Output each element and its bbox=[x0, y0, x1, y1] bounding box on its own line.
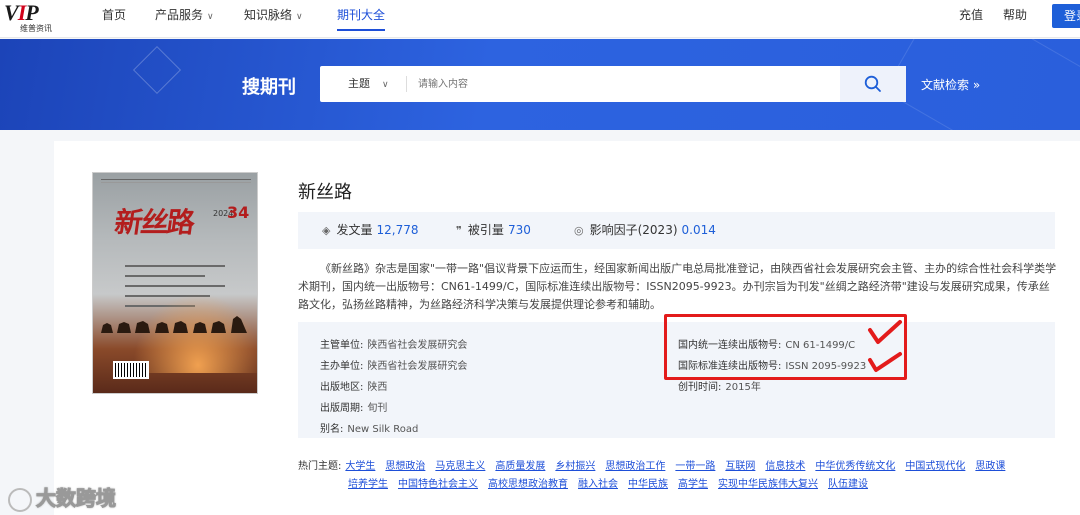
hot-topic-link[interactable]: 思想政治工作 bbox=[605, 461, 665, 472]
nav-home-label: 首页 bbox=[102, 8, 127, 22]
barcode-icon bbox=[113, 361, 149, 379]
hot-topic-link[interactable]: 思想政治 bbox=[385, 461, 425, 472]
checkmark-icon bbox=[868, 320, 902, 344]
hot-topic-link[interactable]: 大学生 bbox=[345, 461, 375, 472]
recharge-link[interactable]: 充值 bbox=[959, 0, 983, 38]
info-value: 陕西 bbox=[367, 382, 388, 393]
cover-title: 新丝路 bbox=[112, 206, 196, 239]
search-banner: 搜期刊 主题 ∨ 文献检索 » bbox=[0, 39, 1080, 130]
quote-icon: ❞ bbox=[456, 224, 462, 237]
info-value: New Silk Road bbox=[347, 424, 419, 435]
hot-topic-link[interactable]: 高校思想政治教育 bbox=[488, 479, 568, 490]
journal-description: 《新丝路》杂志是国家"一带一路"倡议背景下应运而生，经国家新闻出版广电总局批准登… bbox=[298, 262, 1057, 311]
hot-topic-link[interactable]: 队伍建设 bbox=[828, 479, 868, 490]
info-frequency: 出版周期: 旬刊 bbox=[320, 399, 387, 414]
info-supervisor: 主管单位: 陕西省社会发展研究会 bbox=[320, 336, 467, 351]
stat-articles: ◈ 发文量 12,778 bbox=[322, 212, 418, 249]
hot-topic-link[interactable]: 中华优秀传统文化 bbox=[815, 461, 895, 472]
stat-articles-value: 12,778 bbox=[376, 223, 419, 237]
info-value: 2015年 bbox=[725, 382, 761, 393]
stat-impact-label: 影响因子(2023) bbox=[589, 223, 678, 237]
info-value: 陕西省社会发展研究会 bbox=[367, 361, 468, 372]
hot-topic-link[interactable]: 融入社会 bbox=[578, 479, 618, 490]
journal-stats-bar: ◈ 发文量 12,778 ❞ 被引量 730 ◎ 影响因子(2023) 0.014 bbox=[298, 212, 1055, 249]
advanced-search-link[interactable]: 文献检索 » bbox=[921, 76, 980, 93]
checkmark-icon bbox=[868, 352, 902, 372]
top-navbar: VIP 维普资讯 首页 产品服务∨ 知识脉络∨ 期刊大全 充值 帮助 登录 bbox=[0, 0, 1080, 38]
hot-topic-link[interactable]: 实现中华民族伟大复兴 bbox=[718, 479, 818, 490]
cover-issue: 34 bbox=[227, 203, 250, 222]
search-type-select[interactable]: 主题 ∨ bbox=[348, 66, 389, 103]
stat-citations-label: 被引量 bbox=[467, 223, 504, 237]
hot-topic-link[interactable]: 马克思主义 bbox=[435, 461, 485, 472]
info-sponsor: 主办单位: 陕西省社会发展研究会 bbox=[320, 357, 467, 372]
vip-logo[interactable]: VIP 维普资讯 bbox=[4, 2, 64, 34]
search-input[interactable] bbox=[418, 72, 838, 96]
stat-citations: ❞ 被引量 730 bbox=[456, 212, 531, 249]
banner-title: 搜期刊 bbox=[242, 77, 296, 98]
info-label: 出版周期: bbox=[320, 403, 364, 414]
cover-header-line bbox=[101, 179, 251, 183]
hot-topic-link[interactable]: 中华民族 bbox=[628, 479, 668, 490]
journal-cover-image[interactable]: 新丝路 2024 34 bbox=[92, 172, 258, 394]
chevron-down-icon: ∨ bbox=[382, 80, 389, 90]
stat-articles-label: 发文量 bbox=[336, 223, 373, 237]
divider bbox=[406, 76, 407, 92]
info-label: 创刊时间: bbox=[678, 382, 722, 393]
info-label: 主管单位: bbox=[320, 340, 364, 351]
stat-impact-value: 0.014 bbox=[681, 223, 716, 237]
layers-icon: ◈ bbox=[322, 224, 331, 237]
login-button[interactable]: 登录 bbox=[1052, 4, 1080, 28]
hot-topic-link[interactable]: 高学生 bbox=[678, 479, 708, 490]
info-label: 别名: bbox=[320, 424, 344, 435]
hot-topic-link[interactable]: 乡村振兴 bbox=[555, 461, 595, 472]
hot-topic-link[interactable]: 培养学生 bbox=[348, 479, 388, 490]
impact-icon: ◎ bbox=[574, 224, 584, 237]
hot-topic-link[interactable]: 中国式现代化 bbox=[905, 461, 965, 472]
decorative-shape bbox=[883, 39, 1080, 130]
hot-topics: 热门主题: 大学生 思想政治 马克思主义 高质量发展 乡村振兴 思想政治工作 一带一路 互联网信… bbox=[298, 458, 1058, 494]
info-label: 出版地区: bbox=[320, 382, 364, 393]
chevron-down-icon: ∨ bbox=[207, 12, 214, 22]
logo-mark: VIP bbox=[4, 0, 39, 25]
hot-topic-link[interactable]: 高质量发展 bbox=[495, 461, 545, 472]
hot-topics-label: 热门主题: bbox=[298, 461, 342, 472]
search-button[interactable] bbox=[840, 66, 906, 102]
camel-caravan-icon bbox=[101, 316, 247, 333]
nav-knowledge[interactable]: 知识脉络 ∨ bbox=[244, 0, 303, 38]
stat-impact: ◎ 影响因子(2023) 0.014 bbox=[574, 212, 716, 249]
watermark-logo-icon bbox=[8, 487, 32, 512]
info-value: 旬刊 bbox=[367, 403, 388, 414]
search-icon bbox=[864, 75, 881, 92]
nav-home[interactable]: 首页 bbox=[102, 0, 126, 38]
journal-title: 新丝路 bbox=[298, 182, 352, 203]
help-link[interactable]: 帮助 bbox=[1003, 0, 1027, 38]
hot-topic-link[interactable]: 一带一路 bbox=[675, 461, 715, 472]
decorative-diamond bbox=[132, 45, 182, 95]
info-value: 陕西省社会发展研究会 bbox=[367, 340, 468, 351]
nav-products-label: 产品服务 bbox=[155, 8, 204, 22]
hot-topic-link[interactable]: 信息技术 bbox=[765, 461, 805, 472]
watermark: 大数跨境 bbox=[8, 482, 117, 512]
hot-topic-link[interactable]: 中国特色社会主义 bbox=[398, 479, 478, 490]
info-founded: 创刊时间: 2015年 bbox=[678, 378, 761, 393]
logo-subtitle: 维普资讯 bbox=[20, 24, 52, 33]
nav-journals[interactable]: 期刊大全 bbox=[337, 0, 386, 38]
info-alias: 别名: New Silk Road bbox=[320, 420, 418, 435]
nav-products[interactable]: 产品服务 ∨ bbox=[155, 0, 214, 38]
hot-topic-link[interactable]: 互联网 bbox=[725, 461, 755, 472]
stat-citations-value: 730 bbox=[507, 223, 531, 237]
chevron-down-icon: ∨ bbox=[296, 12, 303, 22]
hot-topic-link[interactable]: 思政课 bbox=[975, 461, 1005, 472]
info-region: 出版地区: 陕西 bbox=[320, 378, 387, 393]
nav-journals-label: 期刊大全 bbox=[337, 8, 386, 22]
info-label: 主办单位: bbox=[320, 361, 364, 372]
search-box: 主题 ∨ bbox=[320, 66, 906, 102]
watermark-text: 大数跨境 bbox=[36, 486, 117, 511]
search-type-label: 主题 bbox=[348, 77, 370, 90]
nav-knowledge-label: 知识脉络 bbox=[244, 8, 293, 22]
